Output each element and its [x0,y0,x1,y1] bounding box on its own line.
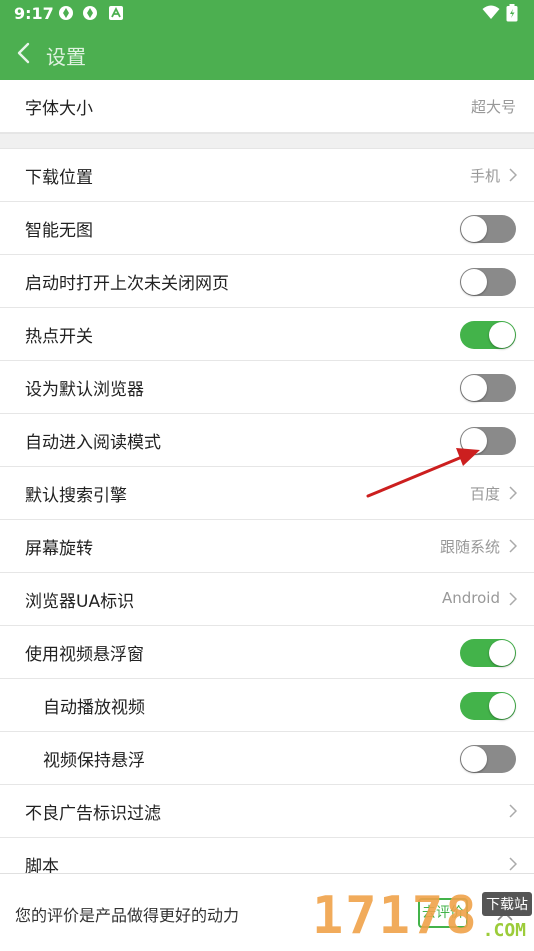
battery-icon [506,4,518,22]
video-keep-floating-toggle[interactable] [460,745,516,773]
setting-screen-rotation[interactable]: 屏幕旋转 跟随系统 [0,520,534,573]
chevron-right-icon [509,486,517,500]
setting-value: Android [442,589,500,607]
notification-app-icon [83,6,97,20]
setting-value: 跟随系统 [439,538,500,556]
setting-ad-filter[interactable]: 不良广告标识过滤 [0,785,534,838]
setting-label: 字体大小 [25,99,93,119]
default-browser-toggle[interactable] [460,374,516,402]
toggle-knob [461,269,487,295]
hotspot-toggle[interactable] [460,321,516,349]
back-arrow-icon[interactable] [14,40,36,66]
setting-value: 超大号 [470,98,516,116]
chevron-right-icon [509,592,517,606]
setting-label: 浏览器UA标识 [25,592,135,612]
setting-autoplay-video: 自动播放视频 [0,679,534,732]
smart-no-image-toggle[interactable] [460,215,516,243]
video-float-window-toggle[interactable] [460,639,516,667]
setting-video-keep-floating: 视频保持悬浮 [0,732,534,785]
restore-tabs-toggle[interactable] [460,268,516,296]
toggle-knob [489,693,515,719]
rating-prompt-bar: 您的评价是产品做得更好的动力 去评价 [0,873,534,951]
rating-prompt-text: 您的评价是产品做得更好的动力 [15,906,240,925]
toggle-knob [461,375,487,401]
setting-video-float-window: 使用视频悬浮窗 [0,626,534,679]
autoplay-video-toggle[interactable] [460,692,516,720]
close-icon[interactable] [496,904,514,922]
setting-download-location[interactable]: 下载位置 手机 [0,149,534,202]
setting-label: 下载位置 [25,168,93,188]
status-bar: 9:17 [0,0,534,28]
setting-value: 手机 [469,167,500,185]
page-title: 设置 [46,45,86,69]
setting-user-agent[interactable]: 浏览器UA标识 Android [0,573,534,626]
setting-restore-tabs: 启动时打开上次未关闭网页 [0,255,534,308]
setting-label: 设为默认浏览器 [25,380,144,400]
toggle-knob [489,640,515,666]
setting-value: 百度 [469,485,500,503]
app-header: 9:17 设置 [0,0,534,80]
toggle-knob [461,428,487,454]
rate-button[interactable]: 去评价 [418,898,468,928]
auto-reading-mode-toggle[interactable] [460,427,516,455]
setting-hotspot: 热点开关 [0,308,534,361]
status-time: 9:17 [14,4,54,23]
chevron-right-icon [509,857,517,871]
chevron-right-icon [509,804,517,818]
chevron-right-icon [509,539,517,553]
setting-smart-no-image: 智能无图 [0,202,534,255]
nav-bar: 设置 [0,28,534,80]
toggle-knob [461,746,487,772]
toggle-knob [489,322,515,348]
setting-search-engine[interactable]: 默认搜索引擎 百度 [0,467,534,520]
setting-label: 热点开关 [25,327,93,347]
chevron-right-icon [509,168,517,182]
settings-list: 字体大小 超大号 下载位置 手机 智能无图 启动时打开上次未关闭网页 热点开关 … [0,80,534,891]
setting-label: 默认搜索引擎 [25,486,127,506]
setting-font-size[interactable]: 字体大小 超大号 [0,80,534,133]
setting-label: 使用视频悬浮窗 [25,645,144,665]
setting-auto-reading-mode: 自动进入阅读模式 [0,414,534,467]
notification-app-icon [59,6,73,20]
setting-label: 启动时打开上次未关闭网页 [25,274,229,294]
setting-label: 自动进入阅读模式 [25,433,161,453]
notification-a-icon [109,6,123,20]
setting-label: 不良广告标识过滤 [25,804,161,824]
setting-label: 屏幕旋转 [25,539,93,559]
toggle-knob [461,216,487,242]
setting-label: 自动播放视频 [43,698,145,718]
setting-label: 视频保持悬浮 [43,751,145,771]
wifi-icon [482,5,500,19]
setting-label: 智能无图 [25,221,93,241]
group-divider [0,133,534,149]
setting-default-browser: 设为默认浏览器 [0,361,534,414]
